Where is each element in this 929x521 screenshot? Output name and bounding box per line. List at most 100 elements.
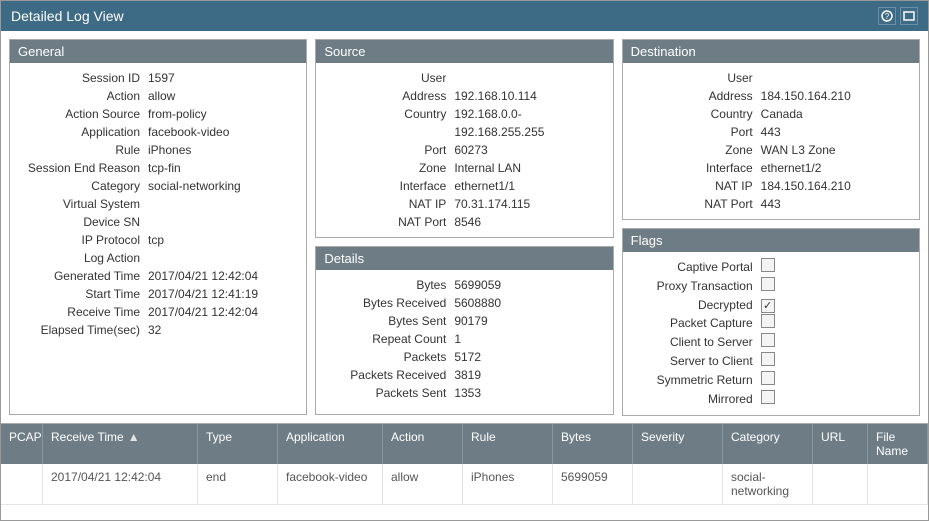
panel-general: General Session ID1597ActionallowAction … (9, 39, 307, 415)
main-content: General Session ID1597ActionallowAction … (1, 31, 928, 423)
col-pcap[interactable]: PCAP (1, 424, 43, 464)
field-value: 90179 (454, 312, 604, 330)
table-row[interactable]: 2017/04/21 12:42:04 end facebook-video a… (1, 464, 928, 505)
flag-row: Server to Client (631, 352, 911, 371)
field-row: Categorysocial-networking (18, 177, 298, 195)
cell-filename (868, 464, 928, 504)
cell-application: facebook-video (278, 464, 383, 504)
field-value: 32 (148, 321, 298, 339)
field-row: Packets Received3819 (324, 366, 604, 384)
field-row: Interfaceethernet1/2 (631, 159, 911, 177)
col-application[interactable]: Application (278, 424, 383, 464)
field-label: Repeat Count (324, 330, 454, 348)
field-label: Country (631, 105, 761, 123)
empty-checkbox-icon (761, 314, 775, 328)
panel-source-header: Source (316, 40, 612, 63)
field-label: Elapsed Time(sec) (18, 321, 148, 339)
field-row: Applicationfacebook-video (18, 123, 298, 141)
flag-label: Mirrored (631, 390, 761, 409)
flag-checkbox[interactable] (761, 390, 775, 409)
flag-label: Server to Client (631, 352, 761, 371)
field-label: Packets Received (324, 366, 454, 384)
field-value: 1353 (454, 384, 604, 402)
flag-label: Proxy Transaction (631, 277, 761, 296)
empty-checkbox-icon (761, 390, 775, 404)
field-label: Country (324, 105, 454, 141)
col-receive-time[interactable]: Receive Time▲ (43, 424, 198, 464)
field-value: 2017/04/21 12:42:04 (148, 267, 298, 285)
col-type[interactable]: Type (198, 424, 278, 464)
field-label: Interface (631, 159, 761, 177)
grid-header-row: PCAP Receive Time▲ Type Application Acti… (1, 424, 928, 464)
flag-checkbox[interactable] (761, 277, 775, 296)
field-label: NAT IP (631, 177, 761, 195)
col-rule[interactable]: Rule (463, 424, 553, 464)
flag-label: Symmetric Return (631, 371, 761, 390)
panel-source: Source UserAddress192.168.10.114Country1… (315, 39, 613, 238)
flag-checkbox[interactable] (761, 258, 775, 277)
empty-checkbox-icon (761, 333, 775, 347)
col-category[interactable]: Category (723, 424, 813, 464)
field-value: 8546 (454, 213, 604, 231)
col-filename[interactable]: File Name (868, 424, 928, 464)
panel-details: Details Bytes5699059Bytes Received560888… (315, 246, 613, 415)
field-value: 1 (454, 330, 604, 348)
col-source-details: Source UserAddress192.168.10.114Country1… (315, 39, 613, 415)
field-row: Packets5172 (324, 348, 604, 366)
field-value: 1597 (148, 69, 298, 87)
window-icon[interactable] (900, 7, 918, 25)
col-action[interactable]: Action (383, 424, 463, 464)
cell-category: social-networking (723, 464, 813, 504)
field-label: Rule (18, 141, 148, 159)
flag-row: Packet Capture (631, 314, 911, 333)
field-label: Address (631, 87, 761, 105)
help-icon[interactable]: ? (878, 7, 896, 25)
flag-row: Captive Portal (631, 258, 911, 277)
field-label: NAT Port (324, 213, 454, 231)
col-url[interactable]: URL (813, 424, 868, 464)
field-label: Device SN (18, 213, 148, 231)
flag-checkbox[interactable]: ✓ (761, 296, 775, 314)
flag-label: Decrypted (631, 296, 761, 314)
col-severity[interactable]: Severity (633, 424, 723, 464)
field-label: Port (324, 141, 454, 159)
cell-action: allow (383, 464, 463, 504)
flag-label: Packet Capture (631, 314, 761, 333)
field-value: Canada (761, 105, 911, 123)
panel-flags-body: Captive PortalProxy TransactionDecrypted… (623, 252, 919, 415)
field-value: 2017/04/21 12:41:19 (148, 285, 298, 303)
flag-row: Client to Server (631, 333, 911, 352)
field-label: Action (18, 87, 148, 105)
field-row: ZoneInternal LAN (324, 159, 604, 177)
field-value: 5172 (454, 348, 604, 366)
field-row: Address184.150.164.210 (631, 87, 911, 105)
field-label: Bytes Received (324, 294, 454, 312)
field-row: IP Protocoltcp (18, 231, 298, 249)
field-value (454, 69, 604, 87)
col-general: General Session ID1597ActionallowAction … (9, 39, 307, 415)
field-row: NAT IP184.150.164.210 (631, 177, 911, 195)
col-bytes[interactable]: Bytes (553, 424, 633, 464)
empty-checkbox-icon (761, 371, 775, 385)
flag-checkbox[interactable] (761, 314, 775, 333)
field-label: Virtual System (18, 195, 148, 213)
flag-checkbox[interactable] (761, 371, 775, 390)
field-value (148, 249, 298, 267)
field-row: Packets Sent1353 (324, 384, 604, 402)
field-row: Receive Time2017/04/21 12:42:04 (18, 303, 298, 321)
field-label: Start Time (18, 285, 148, 303)
panel-flags: Flags Captive PortalProxy TransactionDec… (622, 228, 920, 416)
flag-label: Captive Portal (631, 258, 761, 277)
flag-checkbox[interactable] (761, 352, 775, 371)
field-value: WAN L3 Zone (761, 141, 911, 159)
field-row: Device SN (18, 213, 298, 231)
flag-checkbox[interactable] (761, 333, 775, 352)
field-value: 2017/04/21 12:42:04 (148, 303, 298, 321)
field-label: Port (631, 123, 761, 141)
field-row: Start Time2017/04/21 12:41:19 (18, 285, 298, 303)
field-row: NAT IP70.31.174.115 (324, 195, 604, 213)
field-value: 60273 (454, 141, 604, 159)
log-grid: PCAP Receive Time▲ Type Application Acti… (1, 423, 928, 505)
field-label: Log Action (18, 249, 148, 267)
field-label: Action Source (18, 105, 148, 123)
